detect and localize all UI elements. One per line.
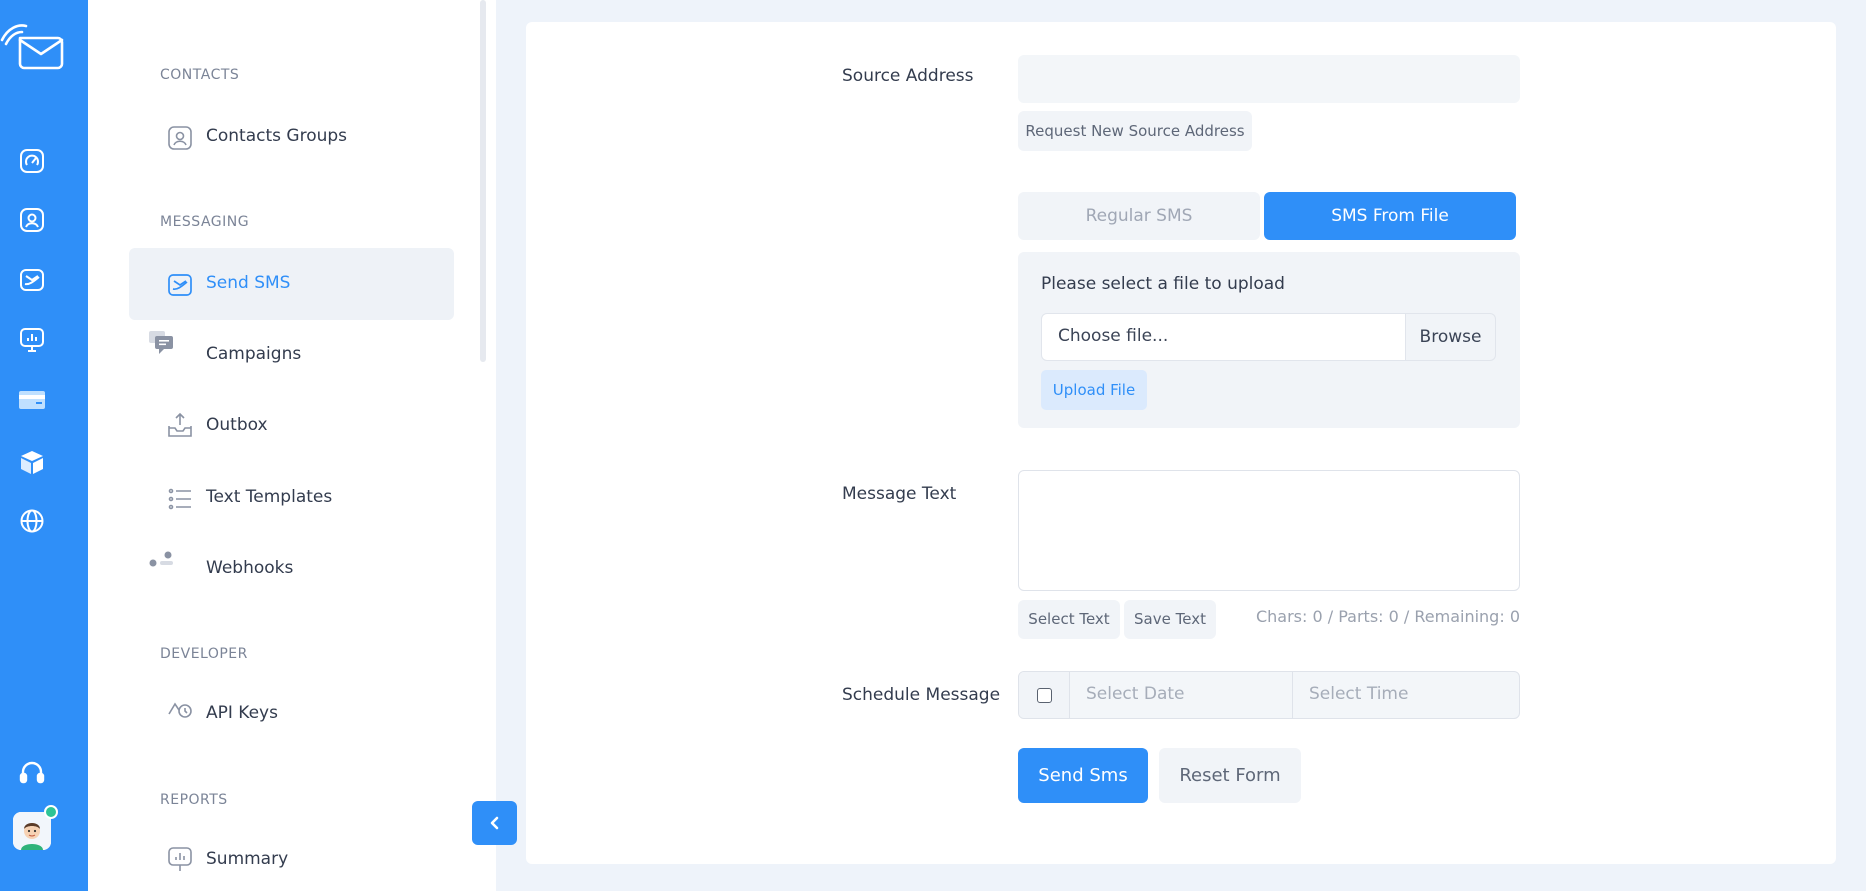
sidebar-item-api-keys[interactable]: API Keys <box>129 678 454 750</box>
send-sms-icon <box>167 272 193 298</box>
message-counter: Chars: 0 / Parts: 0 / Remaining: 0 <box>1255 607 1520 626</box>
outbox-upload-icon <box>167 412 193 438</box>
sidebar-item-label: Summary <box>206 849 289 869</box>
user-avatar[interactable] <box>13 812 51 850</box>
sidebar-item-send-sms[interactable]: Send SMS <box>129 248 454 320</box>
report-chart-icon <box>167 846 193 872</box>
sidebar-item-label: Text Templates <box>206 487 333 507</box>
reset-form-button[interactable]: Reset Form <box>1159 748 1301 803</box>
chat-bubbles-icon <box>149 331 175 357</box>
sidebar-item-label: Webhooks <box>206 558 294 578</box>
support-headset-icon[interactable] <box>19 759 45 785</box>
contact-card-icon <box>167 125 193 151</box>
online-status-dot <box>44 805 58 819</box>
section-title-messaging: MESSAGING <box>160 214 250 230</box>
secondary-sidebar: CONTACTS Contacts Groups MESSAGING Send … <box>88 0 496 891</box>
globe-icon[interactable] <box>19 508 45 534</box>
schedule-input-group: Select Date Select Time <box>1018 671 1520 719</box>
sidebar-item-summary[interactable]: Summary <box>129 824 454 891</box>
list-icon <box>167 486 193 512</box>
products-icon[interactable] <box>19 449 45 475</box>
send-sms-button[interactable]: Send Sms <box>1018 748 1148 803</box>
message-text-label: Message Text <box>842 484 957 504</box>
file-upload-panel: Please select a file to upload Choose fi… <box>1018 252 1520 428</box>
chevron-left-icon <box>490 816 499 830</box>
billing-icon[interactable] <box>19 387 45 413</box>
webhooks-icon <box>149 550 175 576</box>
save-text-button[interactable]: Save Text <box>1124 600 1216 639</box>
browse-button[interactable]: Browse <box>1406 313 1496 361</box>
tab-regular-sms[interactable]: Regular SMS <box>1018 192 1260 240</box>
section-title-developer: DEVELOPER <box>160 646 248 662</box>
sidebar-item-label: Outbox <box>206 415 268 435</box>
sidebar-scrollbar[interactable] <box>480 0 486 362</box>
sidebar-item-label: Contacts Groups <box>206 126 348 146</box>
checkbox-box <box>1037 688 1052 703</box>
tab-sms-from-file[interactable]: SMS From File <box>1264 192 1516 240</box>
schedule-checkbox[interactable] <box>1019 672 1070 718</box>
upload-file-button[interactable]: Upload File <box>1041 370 1147 410</box>
sidebar-item-label: API Keys <box>206 703 278 723</box>
message-textarea[interactable] <box>1018 470 1520 591</box>
date-placeholder: Select Date <box>1086 684 1185 704</box>
collapse-sidebar-button[interactable] <box>472 801 517 845</box>
icon-rail <box>0 0 88 891</box>
section-title-reports: REPORTS <box>160 792 228 808</box>
messaging-icon[interactable] <box>19 267 45 293</box>
reports-icon[interactable] <box>19 327 45 353</box>
section-title-contacts: CONTACTS <box>160 67 240 83</box>
select-text-button[interactable]: Select Text <box>1018 600 1120 639</box>
contacts-icon[interactable] <box>19 207 45 233</box>
select-time-input[interactable]: Select Time <box>1293 672 1519 718</box>
key-icon <box>167 698 193 724</box>
select-date-input[interactable]: Select Date <box>1070 672 1293 718</box>
sidebar-item-text-templates[interactable]: Text Templates <box>129 462 454 534</box>
schedule-message-label: Schedule Message <box>842 685 1001 705</box>
upload-instructions: Please select a file to upload <box>1041 274 1285 294</box>
time-placeholder: Select Time <box>1309 684 1409 704</box>
sidebar-item-campaigns[interactable]: Campaigns <box>129 319 454 391</box>
source-address-input[interactable] <box>1018 55 1520 103</box>
file-chooser-input[interactable]: Choose file... <box>1041 313 1406 361</box>
sidebar-item-outbox[interactable]: Outbox <box>129 390 454 462</box>
sidebar-item-webhooks[interactable]: Webhooks <box>129 533 454 605</box>
app-logo-icon[interactable] <box>0 22 66 76</box>
sidebar-item-contacts-groups[interactable]: Contacts Groups <box>129 101 454 173</box>
sidebar-item-label: Send SMS <box>206 273 291 293</box>
request-new-source-address-button[interactable]: Request New Source Address <box>1018 111 1252 151</box>
file-placeholder: Choose file... <box>1058 326 1169 346</box>
sidebar-item-label: Campaigns <box>206 344 302 364</box>
dashboard-icon[interactable] <box>19 148 45 174</box>
source-address-label: Source Address <box>842 66 974 86</box>
